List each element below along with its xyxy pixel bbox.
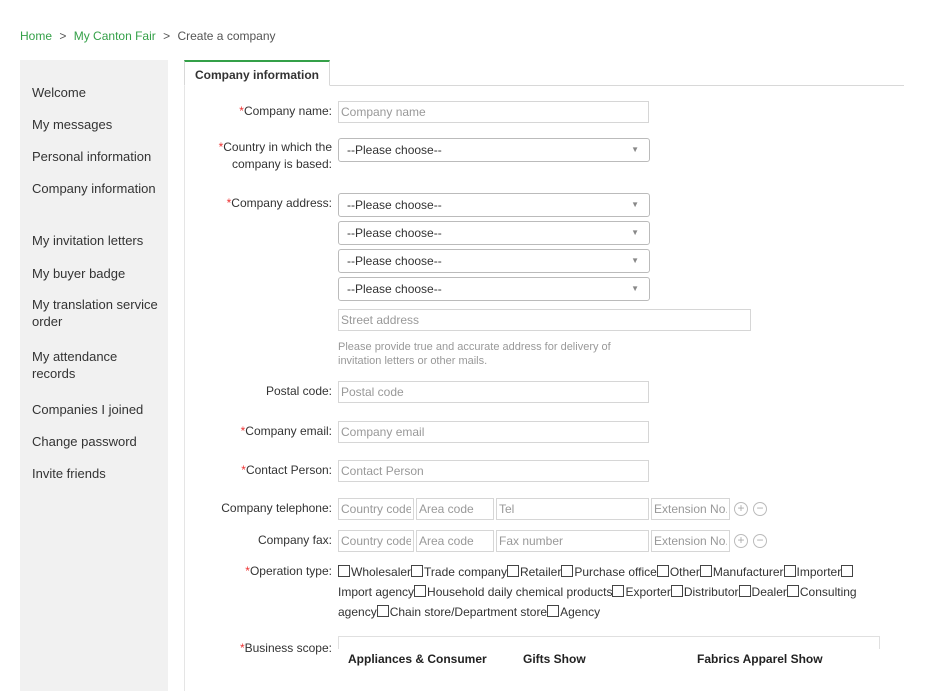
sidebar-item-invite-friends[interactable]: Invite friends — [32, 465, 162, 482]
chevron-down-icon: ▼ — [631, 256, 639, 265]
business-scope-column-fabrics: Fabrics Apparel Show — [697, 652, 823, 666]
sidebar-item-my-translation-service-order[interactable]: My translation service order — [32, 296, 162, 330]
add-telephone-icon[interactable]: + — [734, 502, 748, 516]
street-address-input[interactable] — [338, 309, 751, 331]
fax-extension-input[interactable] — [651, 530, 730, 552]
checkbox[interactable] — [338, 565, 350, 577]
breadcrumb-separator: > — [59, 29, 67, 43]
contact-person-label: *Contact Person: — [241, 463, 332, 477]
telephone-area-code-input[interactable] — [416, 498, 494, 520]
chevron-down-icon: ▼ — [631, 284, 639, 293]
operation-option[interactable]: Manufacturer — [699, 565, 784, 579]
operation-option[interactable]: Trade company — [411, 565, 507, 579]
company-email-label: *Company email: — [240, 424, 332, 438]
country-label: *Country in which the company is based: — [218, 140, 332, 171]
checkbox[interactable] — [786, 585, 799, 597]
sidebar-item-company-information[interactable]: Company information — [32, 180, 162, 197]
checkbox[interactable] — [547, 605, 560, 617]
address-select-1[interactable]: --Please choose-- ▼ — [338, 193, 650, 217]
address-select-value: --Please choose-- — [347, 198, 442, 212]
country-select-value: --Please choose-- — [347, 143, 442, 157]
breadcrumb-home-link[interactable]: Home — [20, 29, 52, 43]
address-select-4[interactable]: --Please choose-- ▼ — [338, 277, 650, 301]
sidebar-item-change-password[interactable]: Change password — [32, 433, 162, 450]
operation-type-options: Wholesaler Trade company Retailer Purchase … — [338, 562, 868, 622]
sidebar-item-personal-information[interactable]: Personal information — [32, 148, 162, 165]
sidebar-item-my-invitation-letters[interactable]: My invitation letters — [32, 232, 162, 249]
checkbox[interactable] — [411, 565, 424, 577]
business-scope-label: *Business scope: — [239, 641, 332, 655]
company-name-label: *Company name: — [239, 104, 332, 118]
postal-code-label: Postal code: — [265, 384, 332, 398]
sidebar-item-companies-i-joined[interactable]: Companies I joined — [32, 401, 162, 418]
country-select[interactable]: --Please choose-- ▼ — [338, 138, 650, 162]
chevron-down-icon: ▼ — [631, 200, 639, 209]
company-email-input[interactable] — [338, 421, 649, 443]
operation-option[interactable]: Other — [656, 565, 700, 579]
sidebar-item-my-messages[interactable]: My messages — [32, 116, 162, 133]
checkbox[interactable] — [612, 585, 625, 597]
checkbox[interactable] — [376, 605, 389, 617]
operation-option[interactable]: Household daily chemical products — [414, 585, 612, 599]
company-telephone-label: Company telephone: — [221, 501, 332, 515]
telephone-extension-input[interactable] — [651, 498, 730, 520]
address-select-value: --Please choose-- — [347, 226, 442, 240]
address-select-value: --Please choose-- — [347, 282, 442, 296]
operation-option[interactable]: Chain store/Department store — [376, 605, 547, 619]
business-scope-column-gifts: Gifts Show — [523, 652, 586, 666]
operation-option[interactable]: Retailer — [506, 565, 561, 579]
operation-option[interactable]: Dealer — [738, 585, 787, 599]
checkbox[interactable] — [656, 565, 669, 577]
breadcrumb-separator: > — [163, 29, 171, 43]
breadcrumb: Home > My Canton Fair > Create a company — [20, 29, 276, 43]
address-hint: Please provide true and accurate address… — [338, 341, 611, 367]
chevron-down-icon: ▼ — [631, 145, 639, 154]
fax-area-code-input[interactable] — [416, 530, 494, 552]
operation-option[interactable]: Wholesaler — [338, 565, 411, 579]
remove-fax-icon[interactable]: − — [753, 534, 767, 548]
operation-option[interactable]: Distributor — [670, 585, 739, 599]
address-select-value: --Please choose-- — [347, 254, 442, 268]
breadcrumb-current: Create a company — [177, 29, 276, 43]
fax-country-code-input[interactable] — [338, 530, 414, 552]
operation-option[interactable]: Exporter — [612, 585, 671, 599]
checkbox[interactable] — [561, 565, 574, 577]
panel-left-border — [184, 85, 185, 691]
checkbox[interactable] — [738, 585, 751, 597]
fax-number-input[interactable] — [496, 530, 649, 552]
operation-option[interactable]: Agency — [547, 605, 600, 619]
sidebar: Welcome My messages Personal information… — [20, 60, 168, 691]
chevron-down-icon: ▼ — [631, 228, 639, 237]
remove-telephone-icon[interactable]: − — [753, 502, 767, 516]
business-scope-box — [338, 636, 880, 649]
operation-option[interactable]: Purchase office — [561, 565, 657, 579]
company-fax-label: Company fax: — [257, 533, 332, 547]
company-address-label: *Company address: — [226, 196, 332, 210]
checkbox[interactable] — [783, 565, 796, 577]
tab-company-information[interactable]: Company information — [184, 60, 331, 86]
sidebar-item-my-buyer-badge[interactable]: My buyer badge — [32, 265, 162, 282]
business-scope-column-appliances: Appliances & Consumer — [348, 652, 487, 666]
company-name-input[interactable] — [338, 101, 649, 123]
checkbox[interactable] — [699, 565, 712, 577]
checkbox[interactable] — [841, 565, 854, 577]
sidebar-item-welcome[interactable]: Welcome — [32, 84, 162, 101]
telephone-number-input[interactable] — [496, 498, 649, 520]
checkbox[interactable] — [506, 565, 519, 577]
checkbox[interactable] — [414, 585, 427, 597]
breadcrumb-my-canton-fair-link[interactable]: My Canton Fair — [74, 29, 156, 43]
operation-type-label: *Operation type: — [245, 564, 332, 578]
operation-option[interactable]: Importer — [783, 565, 841, 579]
add-fax-icon[interactable]: + — [734, 534, 748, 548]
address-select-3[interactable]: --Please choose-- ▼ — [338, 249, 650, 273]
address-select-2[interactable]: --Please choose-- ▼ — [338, 221, 650, 245]
postal-code-input[interactable] — [338, 381, 649, 403]
checkbox[interactable] — [670, 585, 683, 597]
telephone-country-code-input[interactable] — [338, 498, 414, 520]
operation-option[interactable]: Import agency — [338, 585, 414, 599]
contact-person-input[interactable] — [338, 460, 649, 482]
sidebar-item-my-attendance-records[interactable]: My attendance records — [32, 348, 162, 382]
